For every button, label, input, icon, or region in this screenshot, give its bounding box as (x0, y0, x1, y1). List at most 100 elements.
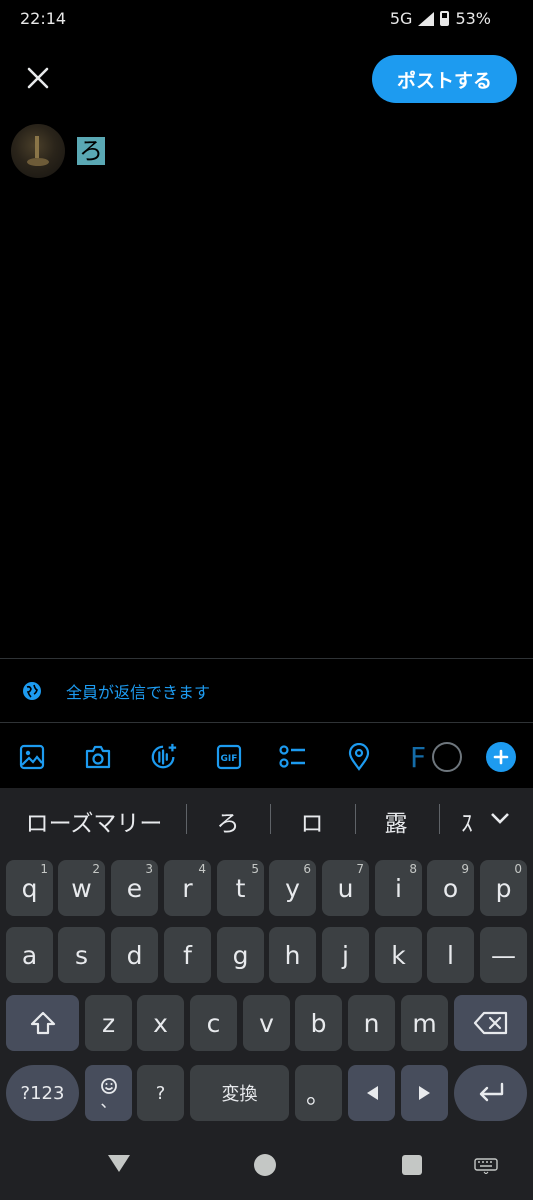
suggestion-item[interactable]: ろ (204, 804, 252, 838)
key-hint: 5 (251, 862, 259, 876)
expand-suggestions-button[interactable] (488, 808, 512, 832)
voice-add-icon (151, 743, 177, 769)
reply-setting-label: 全員が返信できます (66, 683, 211, 702)
close-button[interactable] (22, 62, 54, 94)
suggestion-item[interactable]: ｽ (456, 804, 478, 838)
symbols-key[interactable]: ?123 (6, 1065, 79, 1121)
key-label: r (182, 873, 193, 903)
poll-list-icon (279, 745, 305, 768)
network-type: 5G (389, 9, 413, 28)
divider-top (0, 658, 533, 659)
key-hint: 4 (198, 862, 206, 876)
period-key[interactable]: 。 (295, 1065, 342, 1121)
key-k[interactable]: k (375, 927, 422, 983)
key-label: p (495, 873, 512, 903)
suggestion-item[interactable]: ローズマリー (20, 804, 168, 838)
key-f[interactable]: f (164, 927, 211, 983)
post-button[interactable]: ポストする (372, 55, 517, 103)
key-n[interactable]: n (348, 995, 395, 1051)
avatar-figure (35, 136, 39, 158)
key-w[interactable]: w2 (58, 860, 105, 916)
character-count-ring (432, 742, 462, 772)
keyboard-icon (474, 1158, 498, 1175)
location-button[interactable] (345, 738, 373, 776)
key-t[interactable]: t5 (217, 860, 264, 916)
suggestion-divider (439, 804, 440, 834)
key-g[interactable]: g (217, 927, 264, 983)
home-button[interactable] (254, 1154, 276, 1176)
system-nav-bar (0, 1130, 533, 1200)
key-e[interactable]: e3 (111, 860, 158, 916)
question-key[interactable]: ? (137, 1065, 184, 1121)
battery-icon (440, 11, 450, 26)
key-label: u (337, 873, 354, 903)
key-label: i (395, 873, 402, 903)
key-b[interactable]: b (295, 995, 342, 1051)
key-label: o (442, 873, 459, 903)
back-button[interactable] (106, 1152, 132, 1178)
reply-setting[interactable]: 全員が返信できます (22, 678, 210, 704)
key-z[interactable]: z (85, 995, 132, 1051)
emoji-key[interactable]: 、 (85, 1065, 132, 1121)
key-label: q (21, 873, 38, 903)
suggestion-divider (270, 804, 271, 834)
suggestion-bar: ローズマリー ろ ロ 露 ｽ (0, 788, 533, 850)
compose-input[interactable]: ろ (77, 137, 105, 165)
key-label: w (71, 873, 92, 903)
status-time: 22:14 (20, 9, 67, 28)
key-hint: 0 (514, 862, 522, 876)
key-a[interactable]: a (6, 927, 53, 983)
gif-button[interactable]: GIF (215, 738, 243, 776)
signal-icon (418, 11, 435, 26)
key-hint: 6 (303, 862, 311, 876)
key-c[interactable]: c (190, 995, 237, 1051)
key-long-dash[interactable]: — (480, 927, 527, 983)
convert-key[interactable]: 変換 (190, 1065, 289, 1121)
enter-icon (479, 1082, 503, 1102)
media-button[interactable] (18, 738, 46, 776)
key-o[interactable]: o9 (427, 860, 474, 916)
location-pin-icon (348, 743, 370, 771)
backspace-key[interactable] (454, 995, 527, 1051)
key-h[interactable]: h (269, 927, 316, 983)
camera-icon (85, 745, 111, 769)
shift-key[interactable] (6, 995, 79, 1051)
key-label: e (126, 873, 143, 903)
triangle-left-icon (366, 1086, 378, 1100)
add-thread-button[interactable] (486, 742, 516, 772)
cursor-right-key[interactable] (401, 1065, 448, 1121)
globe-icon (23, 682, 41, 700)
key-hint: 8 (409, 862, 417, 876)
voice-button[interactable] (150, 738, 178, 776)
cursor-left-key[interactable] (348, 1065, 395, 1121)
suggestion-item[interactable]: 露 (372, 804, 420, 838)
suggestion-item[interactable]: ロ (288, 804, 336, 838)
avatar[interactable] (11, 124, 65, 178)
key-j[interactable]: j (322, 927, 369, 983)
toolbar-overflow-item[interactable]: F (404, 738, 432, 776)
key-m[interactable]: m (401, 995, 448, 1051)
key-hint: 7 (356, 862, 364, 876)
key-i[interactable]: i8 (375, 860, 422, 916)
chevron-down-icon (491, 813, 509, 824)
key-u[interactable]: u7 (322, 860, 369, 916)
gif-icon: GIF (216, 744, 242, 770)
plus-icon (493, 749, 509, 765)
poll-button[interactable] (279, 738, 307, 776)
image-icon (19, 744, 45, 770)
enter-key[interactable] (454, 1065, 527, 1121)
triangle-right-icon (418, 1086, 430, 1100)
key-x[interactable]: x (137, 995, 184, 1051)
key-r[interactable]: r4 (164, 860, 211, 916)
keyboard-switch-button[interactable] (474, 1158, 498, 1178)
key-q[interactable]: q1 (6, 860, 53, 916)
key-y[interactable]: y6 (269, 860, 316, 916)
key-d[interactable]: d (111, 927, 158, 983)
status-indicators: 5G 53% (390, 9, 491, 28)
key-l[interactable]: l (427, 927, 474, 983)
key-s[interactable]: s (58, 927, 105, 983)
key-p[interactable]: p0 (480, 860, 527, 916)
camera-button[interactable] (84, 738, 112, 776)
key-v[interactable]: v (243, 995, 290, 1051)
recents-button[interactable] (402, 1155, 422, 1175)
